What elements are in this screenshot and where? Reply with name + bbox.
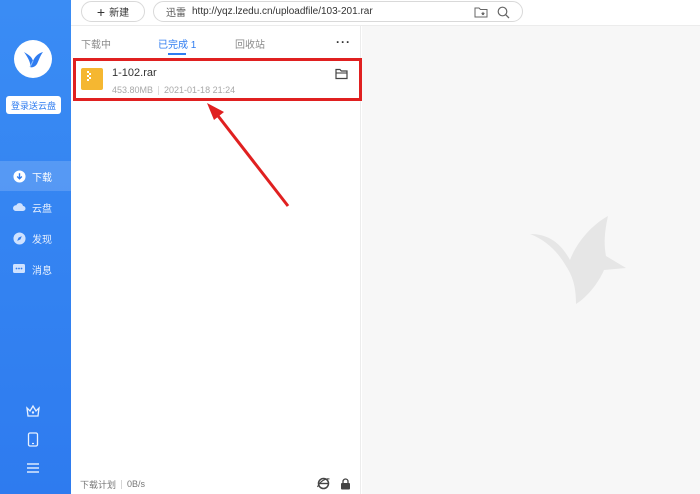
app-logo[interactable] <box>14 40 52 78</box>
active-tab-indicator <box>168 53 186 55</box>
sidebar: 登录送云盘 下载 云盘 发现 消息 <box>0 0 71 494</box>
message-icon <box>12 262 26 276</box>
download-speed: 0B/s <box>127 479 146 489</box>
more-options-icon[interactable]: ··· <box>336 35 350 49</box>
new-task-label: 新建 <box>109 8 130 19</box>
url-input[interactable]: 迅雷 http://yqz.lzedu.cn/uploadfile/103-20… <box>153 1 523 22</box>
detail-area <box>362 26 700 494</box>
url-prefix-label: 迅雷 <box>166 8 186 19</box>
download-plan-link[interactable]: 下载计划 <box>80 478 116 491</box>
file-meta: 453.80MB 2021-01-18 21:24 <box>112 85 236 96</box>
browser-icon[interactable] <box>317 477 330 490</box>
bird-watermark-icon <box>530 216 626 304</box>
nav-label: 发现 <box>32 234 52 246</box>
folder-star-icon[interactable] <box>474 5 488 19</box>
nav-item-cloud[interactable]: 云盘 <box>0 192 71 222</box>
nav-label: 下载 <box>32 172 52 184</box>
nav-label: 消息 <box>32 265 52 277</box>
tab-downloading[interactable]: 下载中 <box>81 36 111 51</box>
plus-icon: + <box>96 3 106 20</box>
bird-logo-icon <box>24 52 43 68</box>
crown-icon[interactable] <box>25 403 41 419</box>
status-footer: 下载计划 0B/s <box>71 474 361 494</box>
open-folder-icon[interactable] <box>335 67 349 80</box>
archive-file-icon <box>81 68 103 90</box>
file-size: 453.80MB <box>112 85 154 95</box>
new-task-button[interactable]: + 新建 <box>81 1 145 22</box>
compass-icon <box>12 231 26 245</box>
nav-item-discover[interactable]: 发现 <box>0 223 71 253</box>
tab-recycle-bin[interactable]: 回收站 <box>235 36 265 51</box>
menu-icon[interactable] <box>25 460 41 476</box>
phone-icon[interactable] <box>25 431 41 447</box>
file-name: 1-102.rar <box>112 67 157 79</box>
nav-item-download[interactable]: 下载 <box>0 161 71 191</box>
search-icon[interactable] <box>496 5 510 19</box>
top-bar: + 新建 迅雷 http://yqz.lzedu.cn/uploadfile/1… <box>71 0 700 26</box>
file-date: 2021-01-18 21:24 <box>164 85 236 95</box>
nav-item-messages[interactable]: 消息 <box>0 254 71 284</box>
tab-completed[interactable]: 已完成 1 <box>158 36 196 51</box>
download-icon <box>12 169 26 183</box>
annotation-arrow-icon <box>207 103 290 207</box>
nav-label: 云盘 <box>32 203 52 215</box>
cloud-icon <box>12 200 26 214</box>
login-cloud-button[interactable]: 登录送云盘 <box>6 96 61 114</box>
lock-icon[interactable] <box>339 477 352 490</box>
list-item[interactable]: 1-102.rar 453.80MB 2021-01-18 21:24 <box>71 60 361 102</box>
download-list-panel: 下载中 已完成 1 回收站 ··· 1-102.rar 453.80MB 2021… <box>71 26 361 494</box>
url-value: http://yqz.lzedu.cn/uploadfile/103-201.r… <box>192 6 373 17</box>
